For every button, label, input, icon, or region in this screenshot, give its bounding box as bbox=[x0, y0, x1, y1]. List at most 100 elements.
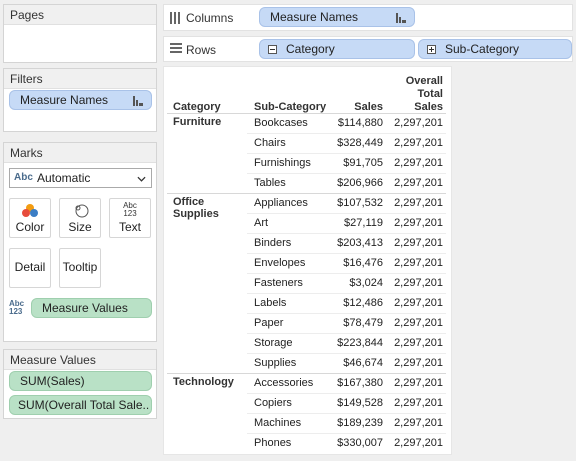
overall-total-cell[interactable]: 2,297,201 bbox=[394, 357, 443, 369]
size-button[interactable]: Size bbox=[59, 198, 101, 238]
overall-total-cell[interactable]: 2,297,201 bbox=[394, 157, 443, 169]
filters-title: Filters bbox=[4, 69, 156, 89]
sales-cell[interactable]: $189,239 bbox=[337, 417, 383, 429]
overall-total-cell[interactable]: 2,297,201 bbox=[394, 277, 443, 289]
header-overall-total-sales: Overall Total Sales bbox=[406, 75, 443, 114]
detail-button[interactable]: Detail bbox=[9, 248, 51, 288]
sub-category-cell[interactable]: Paper bbox=[254, 317, 283, 329]
sales-cell[interactable]: $114,880 bbox=[338, 117, 383, 129]
sales-cell[interactable]: $91,705 bbox=[343, 157, 383, 169]
sales-cell[interactable]: $206,966 bbox=[337, 177, 383, 189]
row-divider bbox=[247, 133, 446, 134]
measure-value-pill-overall[interactable]: SUM(Overall Total Sale.. bbox=[9, 395, 152, 415]
sub-category-cell[interactable]: Art bbox=[254, 217, 268, 229]
marks-measure-values-pill[interactable]: Measure Values bbox=[31, 298, 152, 318]
sales-cell[interactable]: $12,486 bbox=[343, 297, 383, 309]
overall-total-cell[interactable]: 2,297,201 bbox=[394, 257, 443, 269]
sales-cell[interactable]: $330,007 bbox=[337, 437, 383, 449]
sales-cell[interactable]: $149,528 bbox=[337, 397, 383, 409]
tooltip-button[interactable]: Tooltip bbox=[59, 248, 101, 288]
overall-total-cell[interactable]: 2,297,201 bbox=[394, 137, 443, 149]
color-icon bbox=[22, 204, 38, 217]
rows-shelf[interactable]: Rows Category Sub-Category bbox=[163, 36, 573, 62]
sub-category-cell[interactable]: Fasteners bbox=[254, 277, 303, 289]
marks-title: Marks bbox=[4, 143, 156, 163]
color-button[interactable]: Color bbox=[9, 198, 51, 238]
category-cell[interactable]: Furniture bbox=[173, 116, 248, 128]
text-mark-icon: Abc 123 bbox=[9, 299, 25, 316]
filter-pill-label: Measure Names bbox=[20, 93, 109, 107]
category-label: Furniture bbox=[173, 116, 222, 128]
overall-total-cell[interactable]: 2,297,201 bbox=[394, 437, 443, 449]
sub-category-cell[interactable]: Binders bbox=[254, 237, 291, 249]
overall-total-cell[interactable]: 2,297,201 bbox=[394, 397, 443, 409]
sub-category-cell[interactable]: Storage bbox=[254, 337, 293, 349]
sub-category-cell[interactable]: Labels bbox=[254, 297, 286, 309]
overall-total-cell[interactable]: 2,297,201 bbox=[394, 237, 443, 249]
sales-cell[interactable]: $167,380 bbox=[337, 377, 383, 389]
detail-label: Detail bbox=[14, 260, 46, 274]
category-cell[interactable]: Technology bbox=[173, 376, 248, 388]
row-divider bbox=[247, 233, 446, 234]
overall-total-cell[interactable]: 2,297,201 bbox=[394, 377, 443, 389]
overall-total-cell[interactable]: 2,297,201 bbox=[394, 337, 443, 349]
overall-total-cell[interactable]: 2,297,201 bbox=[394, 197, 443, 209]
row-divider bbox=[247, 333, 446, 334]
sub-category-cell[interactable]: Furnishings bbox=[254, 157, 311, 169]
sub-category-cell[interactable]: Supplies bbox=[254, 357, 296, 369]
sales-cell[interactable]: $223,844 bbox=[337, 337, 383, 349]
sales-cell[interactable]: $16,476 bbox=[343, 257, 383, 269]
overall-total-cell[interactable]: 2,297,201 bbox=[394, 177, 443, 189]
overall-total-cell[interactable]: 2,297,201 bbox=[394, 317, 443, 329]
category-cell[interactable]: Office Supplies bbox=[173, 196, 248, 220]
overall-total-cell[interactable]: 2,297,201 bbox=[394, 117, 443, 129]
sales-cell[interactable]: $3,024 bbox=[349, 277, 383, 289]
mark-type-dropdown[interactable]: Abc Automatic bbox=[9, 168, 152, 188]
rows-pill-label: Sub-Category bbox=[445, 42, 520, 56]
sub-category-cell[interactable]: Envelopes bbox=[254, 257, 305, 269]
sub-category-cell[interactable]: Chairs bbox=[254, 137, 286, 149]
measure-value-label: SUM(Overall Total Sale.. bbox=[18, 398, 150, 412]
sales-cell[interactable]: $328,449 bbox=[337, 137, 383, 149]
sales-cell[interactable]: $203,413 bbox=[337, 237, 383, 249]
sales-cell[interactable]: $107,532 bbox=[337, 197, 383, 209]
columns-shelf[interactable]: Columns Measure Names bbox=[163, 4, 573, 31]
sub-category-cell[interactable]: Accessories bbox=[254, 377, 313, 389]
rows-icon bbox=[170, 43, 182, 53]
size-label: Size bbox=[68, 220, 92, 234]
header-sub-category: Sub-Category bbox=[254, 101, 327, 113]
sales-cell[interactable]: $46,674 bbox=[343, 357, 383, 369]
columns-pill-label: Measure Names bbox=[270, 10, 359, 24]
sub-category-cell[interactable]: Bookcases bbox=[254, 117, 308, 129]
measure-values-card[interactable]: Measure Values SUM(Sales) SUM(Overall To… bbox=[3, 349, 157, 419]
color-label: Color bbox=[15, 220, 45, 234]
sub-category-cell[interactable]: Machines bbox=[254, 417, 301, 429]
columns-pill-measure-names[interactable]: Measure Names bbox=[259, 7, 415, 27]
category-divider bbox=[167, 373, 446, 374]
overall-total-cell[interactable]: 2,297,201 bbox=[394, 297, 443, 309]
marks-card[interactable]: Marks Abc Automatic Color Size Abc 123 Te… bbox=[3, 142, 157, 342]
pages-card[interactable]: Pages bbox=[3, 4, 157, 63]
overall-total-cell[interactable]: 2,297,201 bbox=[394, 417, 443, 429]
crosstab-view[interactable]: Category Sub-Category Sales Overall Tota… bbox=[163, 66, 452, 455]
filters-card[interactable]: Filters Measure Names bbox=[3, 68, 157, 132]
row-divider bbox=[247, 353, 446, 354]
mark-type-value: Automatic bbox=[37, 171, 91, 185]
overall-total-cell[interactable]: 2,297,201 bbox=[394, 217, 443, 229]
filter-pill-measure-names[interactable]: Measure Names bbox=[9, 90, 152, 110]
row-divider bbox=[247, 313, 446, 314]
header-category: Category bbox=[173, 101, 221, 113]
text-button[interactable]: Abc 123 Text bbox=[109, 198, 151, 238]
sub-category-cell[interactable]: Tables bbox=[254, 177, 286, 189]
measure-value-pill-sales[interactable]: SUM(Sales) bbox=[9, 371, 152, 391]
sales-cell[interactable]: $27,119 bbox=[344, 217, 383, 229]
rows-pill-category[interactable]: Category bbox=[259, 39, 415, 59]
size-icon bbox=[75, 204, 89, 218]
sales-cell[interactable]: $78,479 bbox=[343, 317, 383, 329]
sub-category-cell[interactable]: Phones bbox=[254, 437, 291, 449]
sub-category-cell[interactable]: Appliances bbox=[254, 197, 308, 209]
text-icon: Abc 123 bbox=[123, 201, 137, 218]
rows-pill-sub-category[interactable]: Sub-Category bbox=[418, 39, 572, 59]
sub-category-cell[interactable]: Copiers bbox=[254, 397, 292, 409]
category-divider bbox=[167, 113, 446, 114]
